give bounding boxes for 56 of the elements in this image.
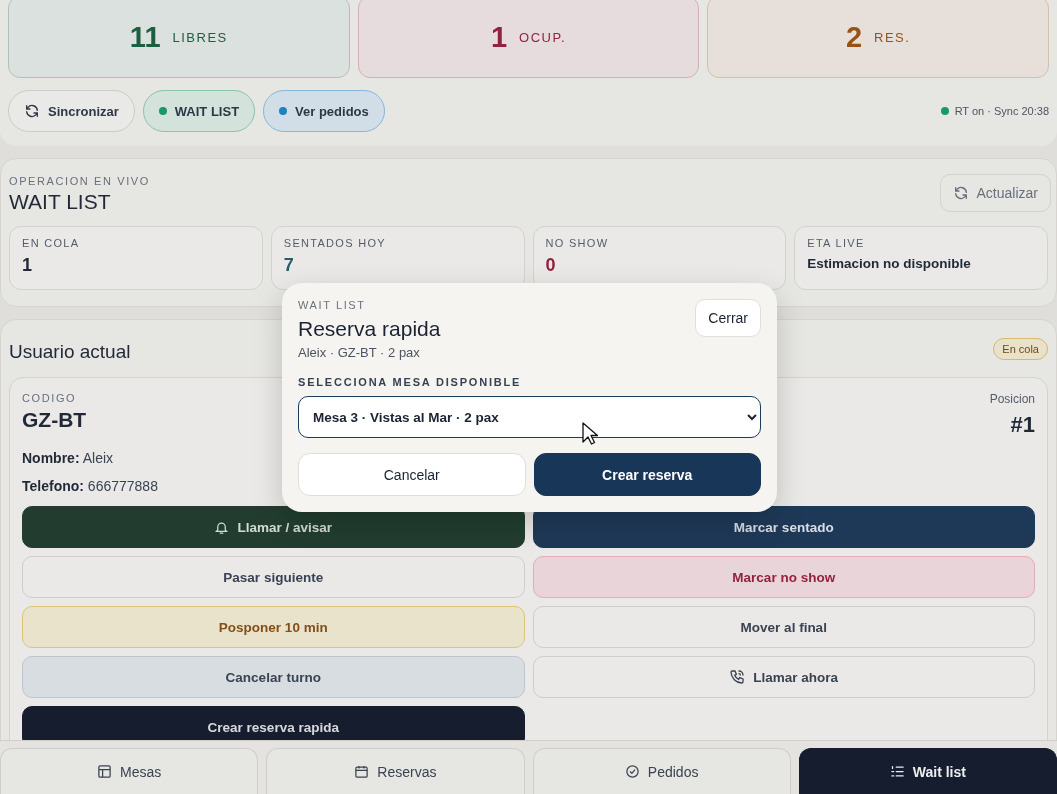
metric-label: SENTADOS HOY [283,237,387,249]
create-reservation-button[interactable]: Crear reserva [533,453,761,496]
stat-label: OCUP. [519,29,567,45]
action-button[interactable]: Mover al final [532,606,1035,648]
action-button[interactable]: Pasar siguiente [22,556,525,598]
metric-value: Estimacion no disponible [807,256,972,271]
section-title: WAIT LIST [9,190,112,214]
stat-value: 2 [845,20,863,54]
stat-value: 11 [129,20,161,54]
action-button[interactable]: Posponer 10 min [22,606,525,648]
dialog-eyebrow: WAIT LIST [298,299,367,311]
action-button[interactable]: Llamar / avisar [22,506,525,548]
metric-label: EN COLA [22,237,81,249]
table-icon [97,764,112,779]
phone-icon [729,669,746,685]
metric-value: 1 [22,255,33,276]
check-circle-icon [624,764,640,779]
position-value: #1 [1009,412,1035,438]
stat-value: 1 [490,20,508,54]
action-button[interactable]: Cancelar turno [22,656,525,698]
stat-label: RES. [874,29,911,45]
refresh-button[interactable]: Actualizar [939,174,1051,212]
nav-tab[interactable]: Reservas [266,748,525,794]
nav-tab[interactable]: Mesas [0,748,259,794]
section-eyebrow: OPERACION EN VIVO [9,175,150,187]
nav-tab[interactable]: Wait list [798,748,1057,794]
calendar-icon [354,764,370,779]
bell-icon [214,519,230,535]
stat-label: LIBRES [172,29,228,45]
user-code: GZ-BT [22,408,87,432]
dialog-title: Reserva rapida [298,317,441,341]
queue-badge: En cola [993,338,1048,360]
list-icon [889,764,905,779]
action-button[interactable]: Llamar ahora [532,656,1035,698]
metric-label: ETA LIVE [807,237,866,249]
filter-chip[interactable]: WAIT LIST [142,90,256,132]
filter-chip[interactable]: Ver pedidos [263,90,385,132]
cursor-icon [582,422,598,446]
nav-tab[interactable]: Pedidos [532,748,791,794]
metric-label: NO SHOW [545,237,610,249]
dialog-subtitle: Aleix · GZ-BT · 2 pax [298,345,421,360]
code-label: CODIGO [22,392,78,404]
action-button[interactable]: Marcar no show [532,556,1035,598]
sync-button[interactable]: Sincronizar [8,90,135,132]
table-select[interactable]: Mesa 3 · Vistas al Mar · 2 pax [298,396,761,438]
section-title: Usuario actual [9,341,131,363]
close-button[interactable]: Cerrar [695,299,761,337]
cancel-button[interactable]: Cancelar [298,453,526,496]
position-label: Posicion [989,392,1035,406]
sync-status: RT on · Sync 20:38 [954,105,1049,117]
select-label: SELECCIONA MESA DISPONIBLE [298,376,523,388]
metric-value: 0 [545,255,557,276]
sync-icon [952,185,969,201]
metric-value: 7 [283,255,295,276]
action-button[interactable]: Marcar sentado [532,506,1035,548]
sync-icon [24,103,40,119]
